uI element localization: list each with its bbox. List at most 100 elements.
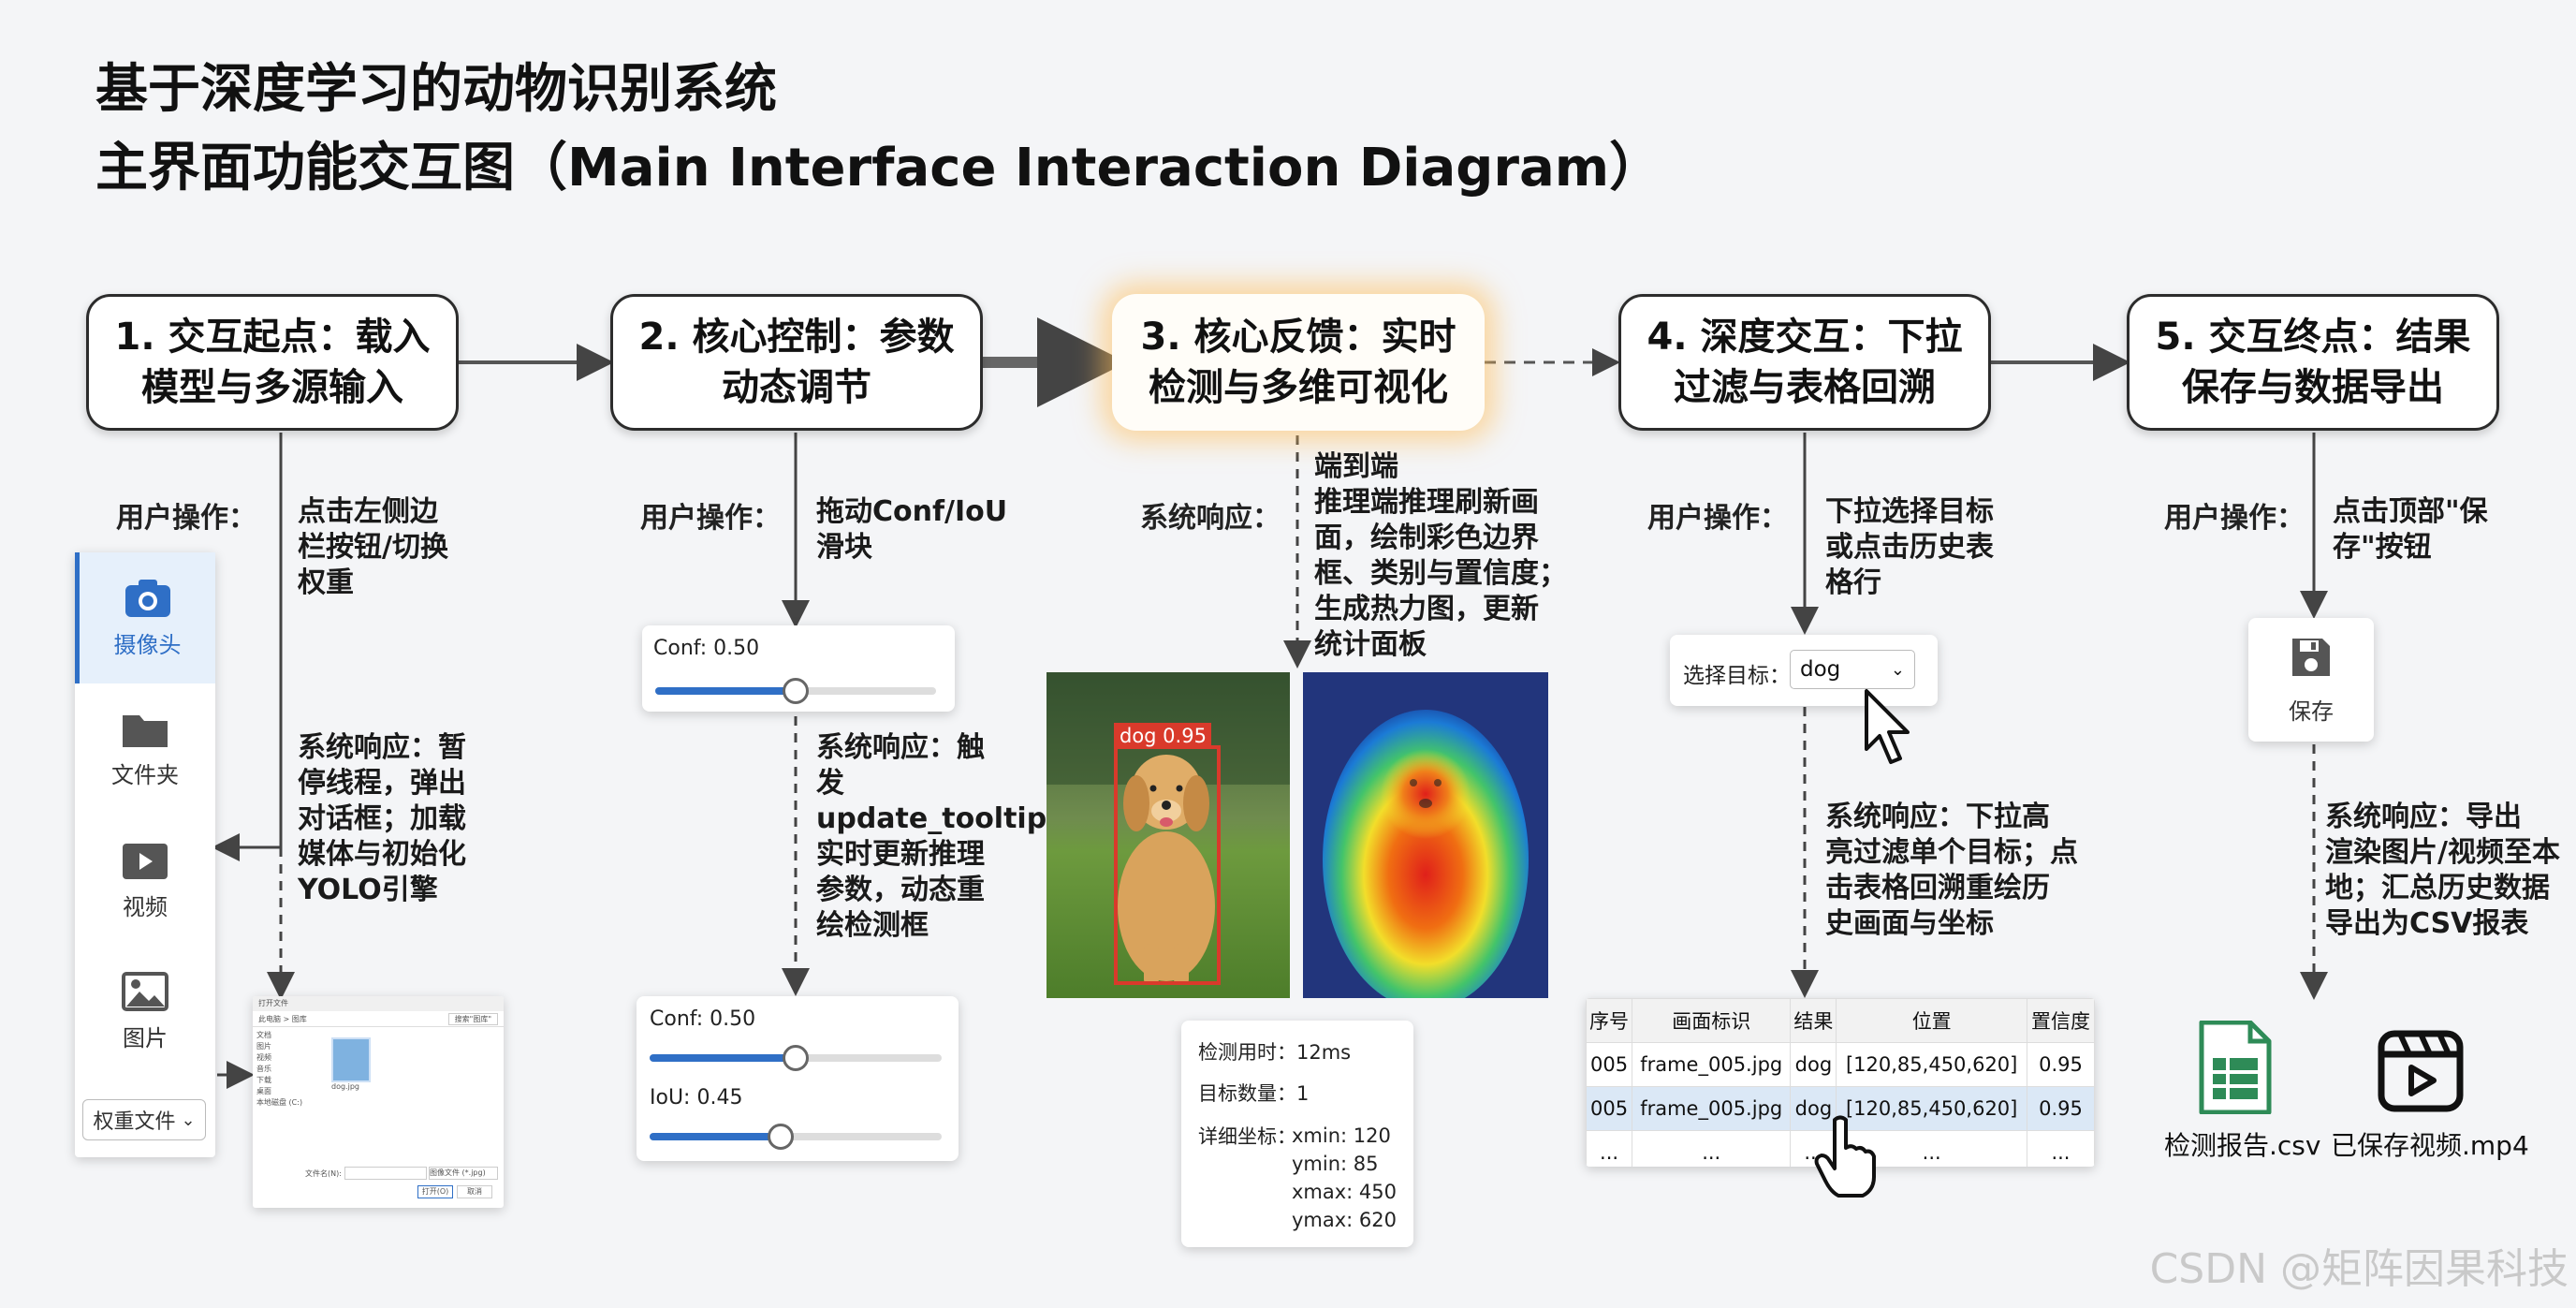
- sidebar-label-image: 图片: [123, 1024, 168, 1051]
- table-cell: ...: [1586, 1130, 1633, 1167]
- col4-user-text: 下拉选择目标 或点击历史表 格行: [1825, 495, 1994, 599]
- iou-slider-label: IoU: 0.45: [650, 1086, 743, 1110]
- col5-user-label: 用户操作：: [2164, 502, 2305, 535]
- cancel-button[interactable]: 取消: [457, 1185, 492, 1198]
- tree-item[interactable]: 文档: [256, 1030, 309, 1041]
- iou-slider-thumb[interactable]: [768, 1124, 795, 1150]
- conf-slider-thumb[interactable]: [783, 678, 809, 704]
- folder-icon: [123, 714, 168, 747]
- col1-user-text: 点击左侧边 栏按钮/切换 权重: [298, 495, 448, 599]
- tree-item[interactable]: 本地磁盘 (C:): [256, 1097, 309, 1109]
- conf-slider-fill: [655, 687, 796, 695]
- target-select-value: dog: [1800, 657, 1841, 682]
- sidebar-label-folder: 文件夹: [111, 761, 179, 788]
- table-cell: frame_005.jpg: [1632, 1086, 1792, 1131]
- step-4-box: 4. 深度交互：下拉 过滤与表格回溯: [1618, 294, 1991, 431]
- sidebar-label-camera: 摄像头: [113, 631, 182, 658]
- table-header[interactable]: 置信度: [2026, 998, 2095, 1043]
- time-label: 检测用时：: [1198, 1041, 1296, 1064]
- stats-panel: 检测用时：12ms 目标数量：1 详细坐标： xmin: 120 ymin: 8…: [1181, 1021, 1413, 1247]
- sidebar-label-video: 视频: [123, 893, 168, 920]
- coord-label: 详细坐标：: [1198, 1125, 1296, 1148]
- coord-ymax: ymax: 620: [1292, 1209, 1398, 1231]
- col3-response-label: 系统响应：: [1140, 502, 1281, 535]
- file-dialog-title: 打开文件: [253, 996, 504, 1011]
- save-button[interactable]: 保存: [2248, 618, 2374, 742]
- col5-user-text: 点击顶部"保 存"按钮: [2333, 495, 2488, 564]
- filetype-select[interactable]: 图像文件 (*.jpg): [429, 1167, 498, 1180]
- tree-item[interactable]: 音乐: [256, 1064, 309, 1075]
- save-icon: [2292, 639, 2330, 676]
- file-thumbnail-name: dog.jpg: [331, 1082, 359, 1091]
- hand-pointer-icon: [1814, 1115, 1876, 1198]
- col4-user-label: 用户操作：: [1647, 502, 1788, 535]
- sidebar-item-image[interactable]: 图片: [75, 946, 215, 1077]
- table-cell: [120,85,450,620]: [1836, 1042, 2027, 1087]
- table-header[interactable]: 画面标识: [1632, 998, 1792, 1043]
- col4-response-text: 系统响应：下拉高 亮过滤单个目标；点 击表格回溯重绘历 史画面与坐标: [1825, 801, 2078, 940]
- image-icon: [122, 971, 168, 1011]
- step-3-label: 3. 核心反馈：实时 检测与多维可视化: [1140, 316, 1456, 409]
- tree-item[interactable]: 图片: [256, 1041, 309, 1052]
- mouse-pointer-icon: [1865, 689, 1910, 764]
- file-dialog-search[interactable]: 搜索"图库": [447, 1012, 498, 1025]
- tree-item[interactable]: 视频: [256, 1052, 309, 1064]
- iou-slider-fill: [650, 1133, 782, 1140]
- video-icon: [123, 843, 168, 879]
- count-label: 目标数量：: [1198, 1082, 1296, 1105]
- file-dialog-tree: 文档 图片 视频 音乐 下载 桌面 本地磁盘 (C:): [256, 1030, 309, 1109]
- table-header[interactable]: 结果: [1790, 998, 1837, 1043]
- table-header[interactable]: 位置: [1836, 998, 2027, 1043]
- count-value: 1: [1296, 1082, 1310, 1105]
- open-button[interactable]: 打开(O): [417, 1185, 453, 1198]
- conf-iou-slider-card: Conf: 0.50 IoU: 0.45: [637, 996, 959, 1161]
- weight-file-dropdown[interactable]: 权重文件 ⌄: [82, 1099, 206, 1140]
- filename-label: 文件名(N):: [305, 1169, 342, 1178]
- mp4-file-label: 已保存视频.mp4: [2331, 1130, 2529, 1161]
- heatmap-image: [1303, 672, 1548, 998]
- file-dialog: 打开文件 此电脑 > 图库 搜索"图库" 文档 图片 视频 音乐 下载 桌面 本…: [253, 996, 504, 1208]
- table-cell: ...: [1632, 1130, 1792, 1167]
- target-select[interactable]: dog ⌄: [1790, 650, 1915, 689]
- sidebar-item-folder[interactable]: 文件夹: [75, 683, 215, 815]
- step-3-box: 3. 核心反馈：实时 检测与多维可视化: [1112, 294, 1485, 431]
- step-1-label: 1. 交互起点：载入 模型与多源输入: [114, 316, 431, 409]
- conf-slider2-label: Conf: 0.50: [650, 1007, 756, 1031]
- csv-file-label: 检测报告.csv: [2164, 1130, 2321, 1161]
- weight-file-label: 权重文件: [93, 1110, 176, 1134]
- select-target-label: 选择目标：: [1683, 664, 1791, 688]
- step-2-box: 2. 核心控制：参数 动态调节: [610, 294, 983, 431]
- watermark: CSDN @矩阵因果科技: [2149, 1245, 2569, 1293]
- conf-slider-label: Conf: 0.50: [653, 637, 760, 660]
- tree-item[interactable]: 下载: [256, 1075, 309, 1086]
- filename-input[interactable]: [344, 1167, 427, 1180]
- save-label: 保存: [2289, 698, 2334, 725]
- col3-response-text: 端到端 推理端推理刷新画 面，绘制彩色边界 框、类别与置信度； 生成热力图，更新…: [1314, 450, 1567, 661]
- step-2-label: 2. 核心控制：参数 动态调节: [638, 316, 955, 409]
- sidebar-item-video[interactable]: 视频: [75, 815, 215, 946]
- coord-xmax: xmax: 450: [1292, 1181, 1398, 1203]
- detection-image: dog 0.95: [1046, 672, 1290, 998]
- col5-response-text: 系统响应：导出 渲染图片/视频至本 地；汇总历史数据 导出为CSV报表: [2325, 801, 2560, 940]
- sidebar-panel: 摄像头 文件夹 视频 图片 权重文件 ⌄: [75, 552, 215, 1157]
- step-4-label: 4. 深度交互：下拉 过滤与表格回溯: [1647, 316, 1963, 409]
- table-cell: 0.95: [2026, 1086, 2095, 1131]
- table-header[interactable]: 序号: [1586, 998, 1633, 1043]
- chevron-down-icon: ⌄: [181, 1110, 196, 1130]
- detection-label: dog 0.95: [1120, 725, 1207, 747]
- sidebar-item-camera[interactable]: 摄像头: [75, 552, 215, 683]
- tree-item[interactable]: 桌面: [256, 1086, 309, 1097]
- file-thumbnail[interactable]: [331, 1037, 371, 1082]
- video-file-icon: [2378, 1030, 2464, 1112]
- time-value: 12ms: [1296, 1041, 1352, 1064]
- table-cell: 0.95: [2026, 1042, 2095, 1087]
- col1-user-label: 用户操作：: [116, 502, 256, 535]
- col2-response-text: 系统响应：触 发 update_tooltip, 实时更新推理 参数，动态重 绘…: [816, 731, 1058, 942]
- chevron-down-icon: ⌄: [1890, 659, 1905, 680]
- step-5-label: 5. 交互终点：结果 保存与数据导出: [2155, 316, 2471, 409]
- table-cell: frame_005.jpg: [1632, 1042, 1792, 1087]
- step-1-box: 1. 交互起点：载入 模型与多源输入: [86, 294, 459, 431]
- table-row[interactable]: 005 frame_005.jpg dog [120,85,450,620] 0…: [1586, 1042, 2095, 1087]
- conf-slider2-fill: [650, 1054, 796, 1062]
- conf-slider2-thumb[interactable]: [783, 1045, 809, 1071]
